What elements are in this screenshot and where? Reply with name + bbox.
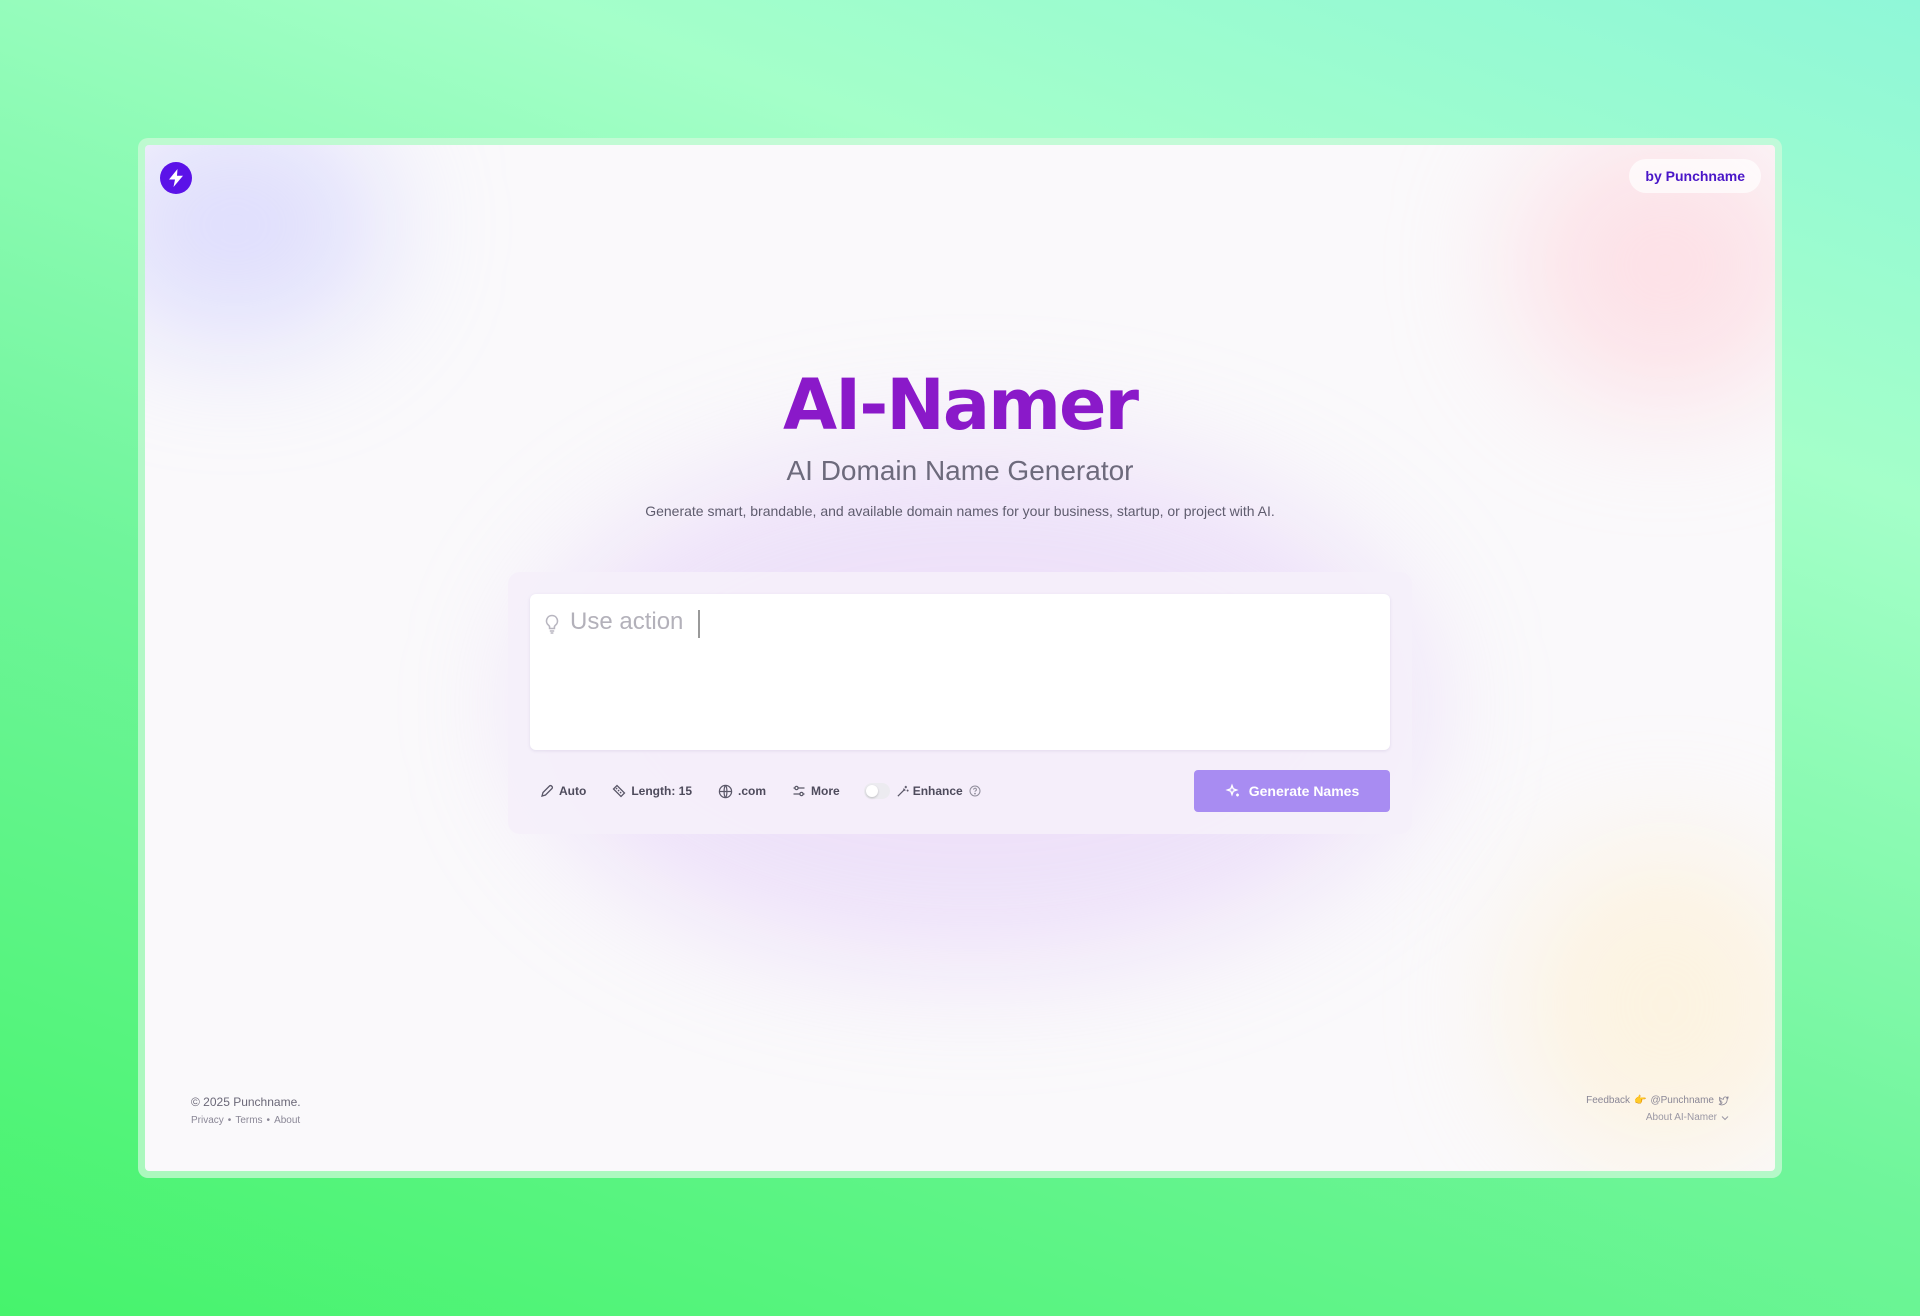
brand-title: AI-Namer bbox=[782, 364, 1139, 446]
footer-right: Feedback 👉 @Punchname About AI-Namer bbox=[1586, 1095, 1729, 1123]
chevron-down-icon bbox=[1721, 1115, 1729, 1120]
browser-frame: by Punchname AI-Namer AI Domain Name Gen… bbox=[138, 138, 1782, 1178]
terms-link[interactable]: Terms bbox=[235, 1115, 262, 1126]
footer-left: © 2025 Punchname. Privacy • Terms • Abou… bbox=[191, 1095, 301, 1126]
generate-names-label: Generate Names bbox=[1248, 783, 1360, 799]
more-options-button[interactable]: More bbox=[790, 780, 842, 802]
sparkles-icon bbox=[1225, 783, 1239, 797]
generator-panel: Auto Length: 15 .com bbox=[508, 572, 1412, 834]
pen-icon bbox=[541, 784, 554, 797]
by-punchname-label: by Punchname bbox=[1645, 168, 1745, 184]
privacy-link[interactable]: Privacy bbox=[191, 1115, 224, 1126]
footer-links: Privacy • Terms • About bbox=[191, 1115, 301, 1126]
handle-label: @Punchname bbox=[1650, 1095, 1714, 1106]
separator-dot: • bbox=[227, 1115, 232, 1126]
about-link[interactable]: About bbox=[274, 1115, 300, 1126]
prompt-box[interactable] bbox=[530, 594, 1390, 750]
lightning-bolt-icon bbox=[169, 169, 183, 187]
options-toolbar: Auto Length: 15 .com More Enhance Genera… bbox=[530, 770, 1390, 812]
copyright: © 2025 Punchname. bbox=[191, 1095, 301, 1109]
style-auto-button[interactable]: Auto bbox=[538, 780, 588, 802]
page-tagline: Generate smart, brandable, and available… bbox=[645, 503, 1275, 519]
globe-icon bbox=[718, 784, 733, 798]
magic-wand-icon bbox=[897, 785, 909, 797]
hero: AI-Namer AI Domain Name Generator Genera… bbox=[145, 365, 1775, 519]
by-punchname-link[interactable]: by Punchname bbox=[1629, 159, 1761, 193]
twitter-icon bbox=[1718, 1095, 1729, 1105]
tld-label: .com bbox=[738, 784, 767, 798]
more-label: More bbox=[811, 784, 840, 798]
length-label: Length: 15 bbox=[631, 784, 692, 798]
about-dropdown[interactable]: About AI-Namer bbox=[1586, 1112, 1729, 1123]
ruler-icon bbox=[612, 784, 626, 798]
enhance-toggle[interactable] bbox=[863, 783, 890, 799]
tld-button[interactable]: .com bbox=[716, 780, 768, 803]
lightbulb-icon bbox=[544, 614, 560, 634]
pointing-hand-emoji: 👉 bbox=[1634, 1095, 1647, 1106]
logo-button[interactable] bbox=[160, 162, 192, 194]
feedback-link[interactable]: Feedback 👉 @Punchname bbox=[1586, 1095, 1729, 1106]
enhance-label: Enhance bbox=[912, 784, 963, 798]
page-subtitle: AI Domain Name Generator bbox=[786, 455, 1134, 486]
length-button[interactable]: Length: 15 bbox=[610, 780, 694, 802]
prompt-input[interactable] bbox=[570, 606, 1370, 638]
generate-names-button[interactable]: Generate Names bbox=[1194, 770, 1390, 812]
style-auto-label: Auto bbox=[559, 784, 587, 798]
text-caret bbox=[698, 610, 700, 638]
feedback-label: Feedback bbox=[1586, 1095, 1631, 1106]
about-ai-namer-label: About AI-Namer bbox=[1645, 1112, 1717, 1123]
help-icon[interactable] bbox=[969, 785, 981, 797]
sliders-icon bbox=[793, 785, 805, 797]
separator-dot: • bbox=[266, 1115, 271, 1126]
app-window: by Punchname AI-Namer AI Domain Name Gen… bbox=[145, 145, 1775, 1171]
toggle-knob bbox=[865, 785, 878, 797]
enhance-option[interactable]: Enhance bbox=[896, 784, 963, 798]
